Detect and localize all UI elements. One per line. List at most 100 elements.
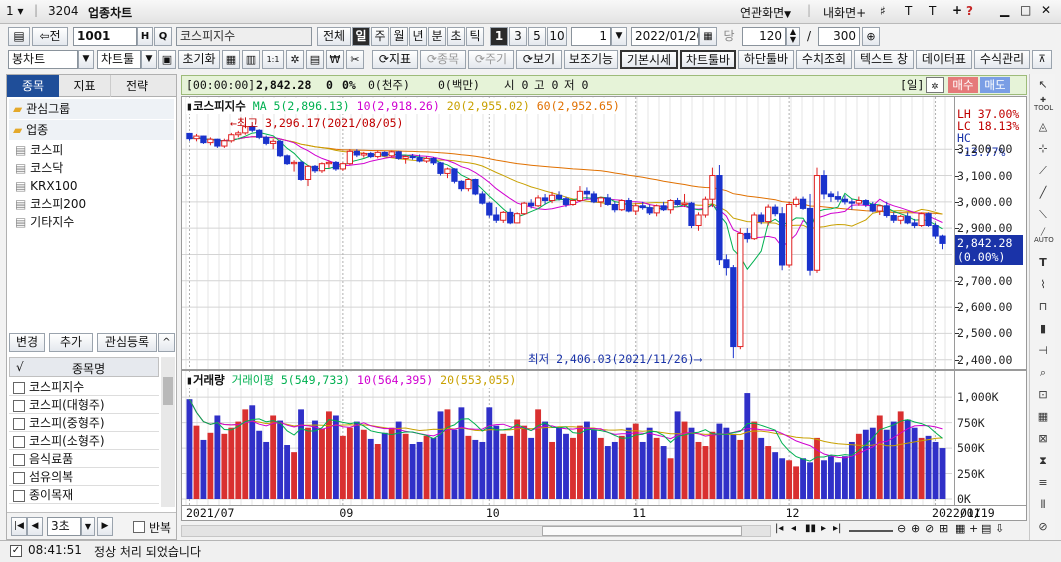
eraser-icon[interactable]: ⊘ <box>1034 518 1052 536</box>
related-screens-menu[interactable]: 연관화면▼ <box>740 4 791 21</box>
stock-panel-toggle-icon[interactable]: ▤ <box>8 27 30 46</box>
list-scrollbar[interactable] <box>161 357 175 507</box>
chart-tool-select[interactable]: 차트툴 <box>97 50 141 69</box>
text-window-button[interactable]: 텍스트 창 <box>854 50 914 69</box>
n-input[interactable]: 1 <box>571 27 611 46</box>
cycle-icon[interactable]: ⊓ <box>1034 298 1052 316</box>
chart-scroll-track[interactable] <box>181 525 771 537</box>
value-query-button[interactable]: 수치조회 <box>796 50 852 69</box>
zoom-slider[interactable] <box>849 530 893 532</box>
view-button[interactable]: ⟳보기 <box>516 50 562 69</box>
repeat-checkbox[interactable] <box>133 521 145 533</box>
list-item[interactable]: 화학 <box>9 504 159 506</box>
basic-quote-button[interactable]: 기본시세 <box>620 50 678 69</box>
zoom-in-icon[interactable]: ⊕ <box>911 522 920 535</box>
price-chart-pane[interactable]: ▮코스피지수 MA 5(2,896.13) 10(2,918.26) 20(2,… <box>181 96 1027 370</box>
window-menu-button[interactable]: 1 ▾ <box>6 4 24 18</box>
tab-indicators[interactable]: 지표 <box>59 75 111 97</box>
settings-gear-icon[interactable]: ✲ <box>286 50 304 69</box>
count-10[interactable]: 10 <box>547 27 567 46</box>
one-to-one-button[interactable]: 1:1 <box>262 50 284 69</box>
checkbox[interactable] <box>13 381 25 394</box>
stock-button[interactable]: ⟳종목 <box>420 50 466 69</box>
period-second[interactable]: 초 <box>447 27 465 46</box>
save-icon[interactable]: ▣ <box>158 50 176 69</box>
window-control-1[interactable]: T <box>905 4 912 18</box>
tree-item-kospi[interactable]: ▤ 코스피 <box>15 141 63 159</box>
zoom-reset-icon[interactable]: ⊘ <box>925 522 934 535</box>
grid-icon[interactable]: ▦ <box>222 50 240 69</box>
close-icon[interactable]: ✕ <box>1041 3 1051 17</box>
line-icon[interactable]: ╱ <box>1034 184 1052 202</box>
maximize-icon[interactable]: □ <box>1020 3 1031 17</box>
tree-item-other[interactable]: ▤ 기타지수 <box>15 213 74 231</box>
zoom-region-icon[interactable]: ⊡ <box>1034 386 1052 404</box>
price-chart-svg[interactable] <box>182 97 1026 369</box>
count-1[interactable]: 1 <box>490 27 508 46</box>
volume-chart-svg[interactable] <box>182 371 1026 505</box>
period-week[interactable]: 주 <box>371 27 389 46</box>
chart-style-icon[interactable]: ◬ <box>1034 118 1052 136</box>
fibonacci-icon[interactable]: ⌇ <box>1034 276 1052 294</box>
indicator-button[interactable]: ⟳지표 <box>372 50 418 69</box>
add-icon[interactable]: + <box>969 522 978 535</box>
list-item[interactable]: 코스피지수 <box>9 378 159 396</box>
n-dropdown-chevron-down-icon[interactable]: ▼ <box>611 27 627 46</box>
change-button[interactable]: 변경 <box>9 333 45 352</box>
gann-icon[interactable]: ⊠ <box>1034 430 1052 448</box>
period-tick[interactable]: 틱 <box>466 27 484 46</box>
reset-button[interactable]: 초기화 <box>178 50 220 69</box>
group-sector[interactable]: ▰ 업종 <box>9 120 174 140</box>
checkbox[interactable] <box>13 453 25 466</box>
ray-icon[interactable]: ⟍ <box>1034 206 1052 224</box>
group-interest[interactable]: ▰ 관심그룹 <box>9 99 174 119</box>
period-minute[interactable]: 분 <box>428 27 446 46</box>
chart-type-select[interactable]: 봉차트 <box>8 50 78 69</box>
formula-button[interactable]: 수식관리 <box>974 50 1030 69</box>
scissors-icon[interactable]: ✂ <box>346 50 364 69</box>
tree-item-kospi200[interactable]: ▤ 코스피200 <box>15 195 86 213</box>
my-screen-menu[interactable]: 내화면+ <box>823 4 866 21</box>
total-input[interactable]: 300 <box>818 27 860 46</box>
speed-line-icon[interactable]: ≡ <box>1034 474 1052 492</box>
pause-icon[interactable]: ▮▮ <box>805 523 816 534</box>
crosshair-icon[interactable]: ⊹ <box>1034 140 1052 158</box>
tool-menu-icon[interactable]: ✚ TOOL <box>1034 96 1053 114</box>
period-day[interactable]: 일 <box>352 27 370 46</box>
aux-button[interactable]: 보조기능 <box>564 50 618 69</box>
tree-item-krx100[interactable]: ▤ KRX100 <box>15 177 78 195</box>
checkbox[interactable] <box>13 435 25 448</box>
checkbox[interactable] <box>13 417 25 430</box>
scroll-next-icon[interactable]: ▸ <box>821 523 826 534</box>
tree-item-kosdaq[interactable]: ▤ 코스닥 <box>15 159 63 177</box>
bar-count-stepper[interactable]: ▲ ▼ <box>786 27 800 46</box>
chart-type-chevron-down-icon[interactable]: ▼ <box>78 50 94 69</box>
won-icon[interactable]: ₩ <box>326 50 344 69</box>
list-header-check[interactable]: √ <box>16 360 24 374</box>
chart-tool-chevron-down-icon[interactable]: ▼ <box>141 50 157 69</box>
pointer-icon[interactable]: ↖ <box>1034 76 1052 94</box>
table-icon[interactable]: ▦ <box>955 522 965 535</box>
list-item[interactable]: 종이목재 <box>9 486 159 504</box>
window-control-0[interactable]: ♯ <box>880 4 886 18</box>
zoom-out-icon[interactable]: ⊖ <box>897 522 906 535</box>
count-5[interactable]: 5 <box>528 27 546 46</box>
channel-icon[interactable]: ⊣ <box>1034 342 1052 360</box>
calendar-icon[interactable]: ▦ <box>699 27 717 46</box>
scroll-prev-icon[interactable]: ◂ <box>791 523 796 534</box>
period-year[interactable]: 년 <box>409 27 427 46</box>
window-control-3[interactable]: + <box>952 3 962 17</box>
checkbox[interactable] <box>13 399 25 412</box>
minimize-icon[interactable]: ▁ <box>1000 3 1009 17</box>
volume-chart-pane[interactable]: ▮거래량 거래이평 5(549,733) 10(564,395) 20(553,… <box>181 370 1027 506</box>
window-control-2[interactable]: T <box>929 4 936 18</box>
date-input[interactable]: 2022/01/20 <box>631 27 699 46</box>
magnifier-icon[interactable]: ⌕ <box>1034 364 1052 382</box>
auto-line-icon[interactable]: ╱ AUTO <box>1034 228 1054 246</box>
checkbox[interactable] <box>13 489 25 502</box>
code-input[interactable]: 1001 <box>73 27 137 46</box>
candle-icon[interactable]: ▮ <box>1034 320 1052 338</box>
trend-line-icon[interactable]: ⟋ <box>1034 162 1052 180</box>
grid-tool-icon[interactable]: ▦ <box>1034 408 1052 426</box>
scroll-last-icon[interactable]: ▸| <box>833 523 841 534</box>
